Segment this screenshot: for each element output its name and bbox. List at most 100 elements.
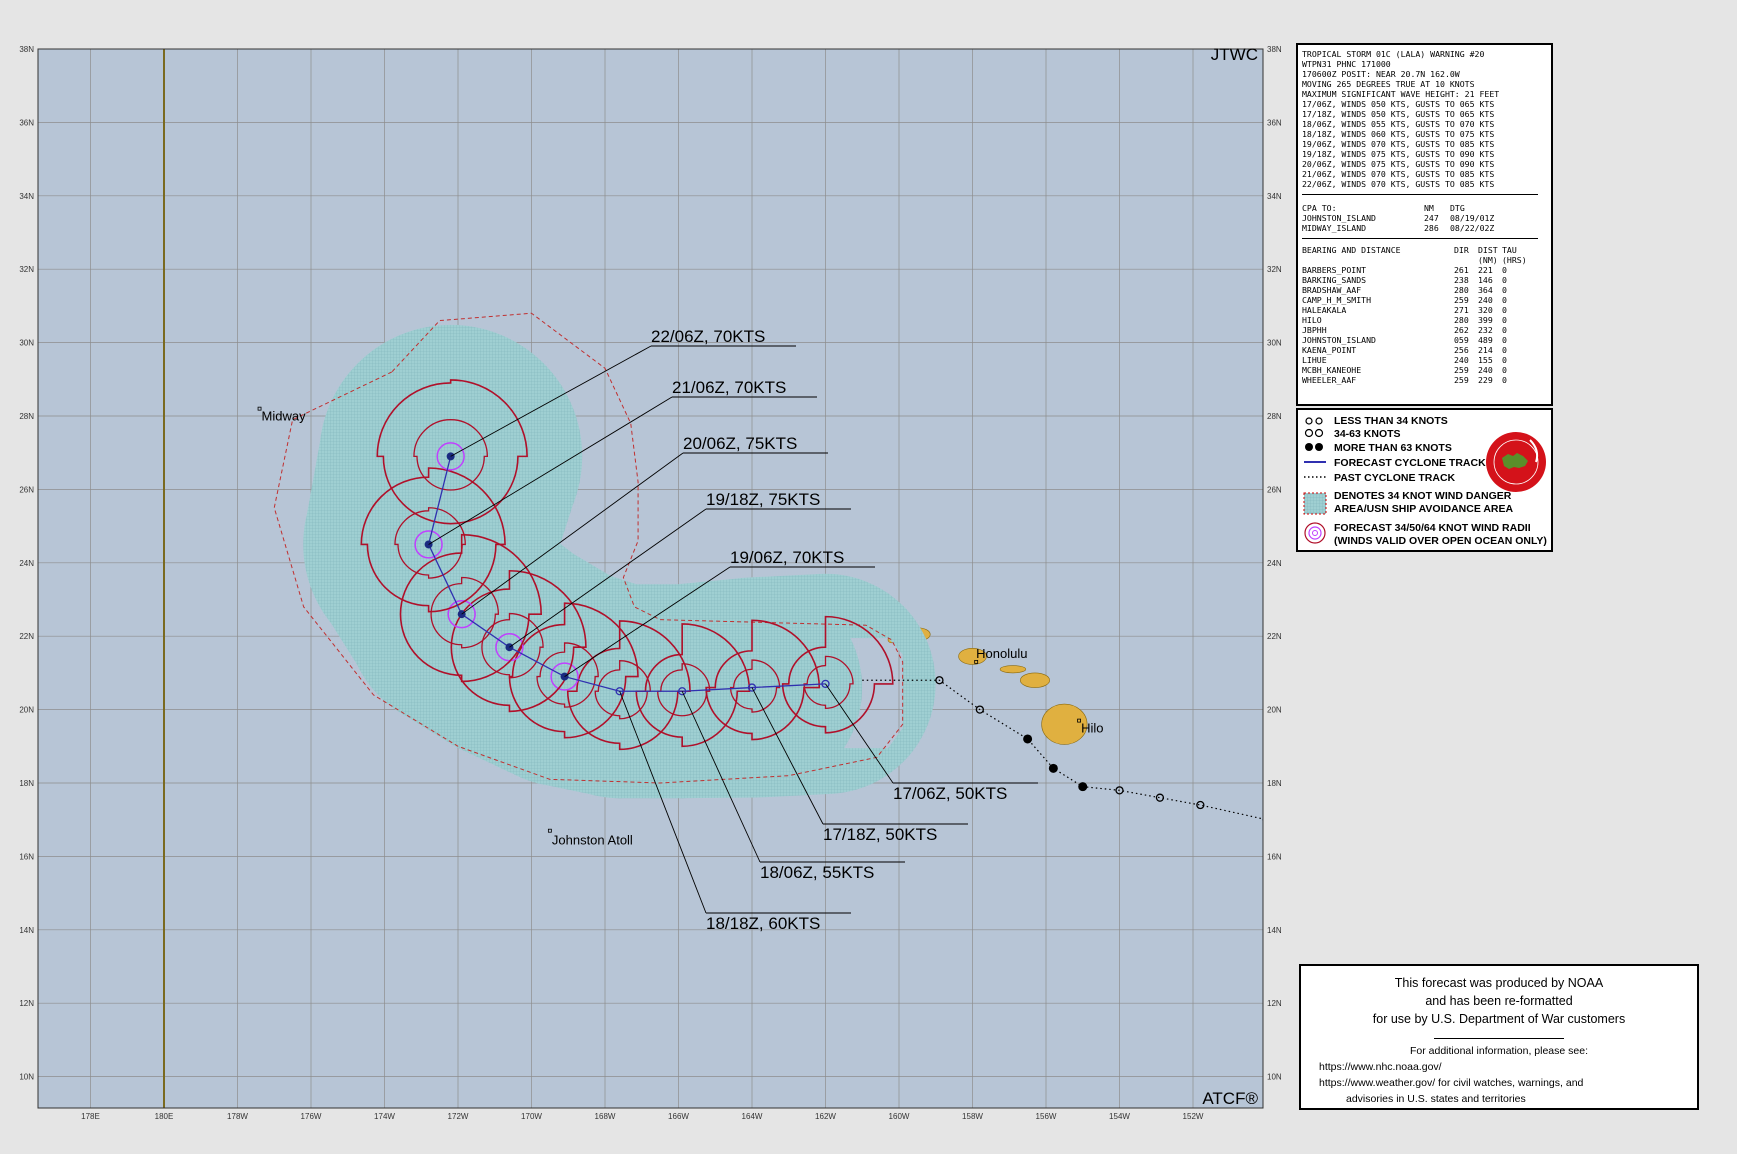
warning-line: TROPICAL STORM 01C (LALA) WARNING #20 <box>1302 49 1485 59</box>
warning-line: 19/18Z, WINDS 075 KTS, GUSTS TO 090 KTS <box>1302 149 1495 159</box>
warning-line: 17/06Z, WINDS 050 KTS, GUSTS TO 065 KTS <box>1302 99 1495 109</box>
lat-tick-right: 36N <box>1267 118 1282 127</box>
credits-panel: This forecast was produced by NOAA and h… <box>1299 964 1699 1110</box>
island <box>1019 672 1050 688</box>
place-label: Midway <box>262 409 307 424</box>
lat-tick-left: 18N <box>19 779 34 788</box>
warning-line: MOVING 265 DEGREES TRUE AT 10 KNOTS <box>1302 79 1475 89</box>
lat-tick-right: 38N <box>1267 45 1282 54</box>
lat-tick-left: 14N <box>19 926 34 935</box>
past-position-hurricane <box>1023 734 1033 744</box>
lon-tick: 164W <box>742 1112 763 1121</box>
bearing-distance-row: MCBH_KANEOHE 259 240 0 <box>1302 365 1507 375</box>
lat-tick-right: 26N <box>1267 485 1282 494</box>
lat-tick-left: 22N <box>19 632 34 641</box>
lat-tick-left: 10N <box>19 1073 34 1082</box>
lon-tick: 172W <box>448 1112 469 1121</box>
cpa-row: MIDWAY_ISLAND 286 08/22/02Z <box>1302 223 1495 233</box>
atcf-label: ATCF® <box>1202 1089 1258 1108</box>
bearing-distance-row: KAENA_POINT 256 214 0 <box>1302 345 1507 355</box>
lat-tick-right: 28N <box>1267 412 1282 421</box>
warning-header-lines: TROPICAL STORM 01C (LALA) WARNING #20 WTP… <box>1302 49 1547 189</box>
past-position-hurricane <box>1078 782 1088 792</box>
lat-tick-right: 24N <box>1267 559 1282 568</box>
jtwc-seal-icon <box>1486 432 1546 492</box>
legend-open-ocean: (WINDS VALID OVER OPEN OCEAN ONLY) <box>1334 535 1547 547</box>
legend-past-track: PAST CYCLONE TRACK <box>1334 472 1456 484</box>
forecast-label: 18/18Z, 60KTS <box>706 914 820 933</box>
bearing-distance-row: BRADSHAW_AAF 280 364 0 <box>1302 285 1507 295</box>
bearing-distance-row: HILO 280 399 0 <box>1302 315 1507 325</box>
cpa-table: CPA TO: NM DTG JOHNSTON_ISLAND 247 08/19/01Z… <box>1302 203 1498 233</box>
warning-line: WTPN31 PHNC 171000 <box>1302 59 1391 69</box>
bearing-distance-row: WHEELER_AAF 259 229 0 <box>1302 375 1507 385</box>
cpa-row: JOHNSTON_ISLAND 247 08/19/01Z <box>1302 213 1495 223</box>
legend-avoidance-area: AREA/USN SHIP AVOIDANCE AREA <box>1334 503 1514 515</box>
lat-tick-left: 32N <box>19 265 34 274</box>
lon-tick: 156W <box>1036 1112 1057 1121</box>
lat-tick-right: 32N <box>1267 265 1282 274</box>
lon-tick: 152W <box>1183 1112 1204 1121</box>
lat-tick-right: 12N <box>1267 999 1282 1008</box>
lat-tick-left: 28N <box>19 412 34 421</box>
forecast-label: 21/06Z, 70KTS <box>672 378 786 397</box>
bearing-distance-row: JBPHH 262 232 0 <box>1302 325 1507 335</box>
bearing-distance-row: HALEAKALA 271 320 0 <box>1302 305 1507 315</box>
lat-tick-left: 12N <box>19 999 34 1008</box>
bearing-distance-row: JOHNSTON_ISLAND 059 489 0 <box>1302 335 1507 345</box>
lon-tick: 176W <box>301 1112 322 1121</box>
legend-more-63: MORE THAN 63 KNOTS <box>1334 442 1452 454</box>
warning-line: 17/18Z, WINDS 050 KTS, GUSTS TO 065 KTS <box>1302 109 1495 119</box>
warning-info-panel: TROPICAL STORM 01C (LALA) WARNING #20 WTP… <box>1296 43 1553 406</box>
forecast-label: 17/18Z, 50KTS <box>823 825 937 844</box>
nhc-link[interactable]: https://www.nhc.noaa.gov/ <box>1301 1059 1697 1075</box>
lon-tick: 178W <box>227 1112 248 1121</box>
bearing-distance-row: LIHUE 240 155 0 <box>1302 355 1507 365</box>
lon-tick: 160W <box>889 1112 910 1121</box>
lat-tick-right: 34N <box>1267 192 1282 201</box>
place-label: Johnston Atoll <box>552 833 633 848</box>
warning-line: 170600Z POSIT: NEAR 20.7N 162.0W <box>1302 69 1460 79</box>
lon-tick: 180E <box>155 1112 174 1121</box>
bearing-distance-row: CAMP_H_M_SMITH 259 240 0 <box>1302 295 1507 305</box>
past-position-hurricane <box>1048 763 1058 773</box>
forecast-label: 20/06Z, 75KTS <box>683 434 797 453</box>
lat-tick-right: 16N <box>1267 852 1282 861</box>
lat-tick-left: 30N <box>19 339 34 348</box>
place-label: Honolulu <box>976 646 1027 661</box>
lat-tick-right: 18N <box>1267 779 1282 788</box>
lon-tick: 168W <box>595 1112 616 1121</box>
jtwc-label: JTWC <box>1211 45 1258 64</box>
lat-tick-right: 20N <box>1267 706 1282 715</box>
weather-gov-link[interactable]: https://www.weather.gov/ for civil watch… <box>1301 1075 1697 1091</box>
bearing-distance-row: BARKING_SANDS 238 146 0 <box>1302 275 1507 285</box>
lat-tick-right: 22N <box>1267 632 1282 641</box>
lat-tick-left: 36N <box>19 118 34 127</box>
place-label: Hilo <box>1081 721 1103 736</box>
lon-tick: 158W <box>962 1112 983 1121</box>
lat-tick-right: 30N <box>1267 339 1282 348</box>
warning-line: 22/06Z, WINDS 070 KTS, GUSTS TO 085 KTS <box>1302 179 1495 189</box>
lon-tick: 174W <box>374 1112 395 1121</box>
credit-line-3: for use by U.S. Department of War custom… <box>1372 1012 1626 1026</box>
forecast-label: 22/06Z, 70KTS <box>651 327 765 346</box>
lon-tick: 162W <box>815 1112 836 1121</box>
legend-danger-area: DENOTES 34 KNOT WIND DANGER <box>1334 490 1512 502</box>
bearing-distance-row: BARBERS_POINT 261 221 0 <box>1302 265 1507 275</box>
forecast-label: 19/18Z, 75KTS <box>706 490 820 509</box>
warning-line: MAXIMUM SIGNIFICANT WAVE HEIGHT: 21 FEET <box>1302 89 1500 99</box>
credit-line-1: This forecast was produced by NOAA <box>1394 976 1604 990</box>
legend-34-63: 34-63 KNOTS <box>1334 428 1401 440</box>
lat-tick-left: 20N <box>19 706 34 715</box>
lat-tick-left: 26N <box>19 485 34 494</box>
lon-tick: 170W <box>521 1112 542 1121</box>
legend-wind-radii: FORECAST 34/50/64 KNOT WIND RADII <box>1334 522 1531 534</box>
island <box>999 665 1027 674</box>
legend-forecast-track: FORECAST CYCLONE TRACK <box>1334 457 1486 469</box>
lon-tick: 154W <box>1109 1112 1130 1121</box>
ocean-background <box>38 49 1263 1108</box>
map-legend: LESS THAN 34 KNOTS 34-63 KNOTS MORE THAN… <box>1296 408 1553 552</box>
credit-divider <box>1434 1038 1564 1039</box>
warning-line: 18/06Z, WINDS 055 KTS, GUSTS TO 070 KTS <box>1302 119 1495 129</box>
lat-tick-right: 10N <box>1267 1073 1282 1082</box>
